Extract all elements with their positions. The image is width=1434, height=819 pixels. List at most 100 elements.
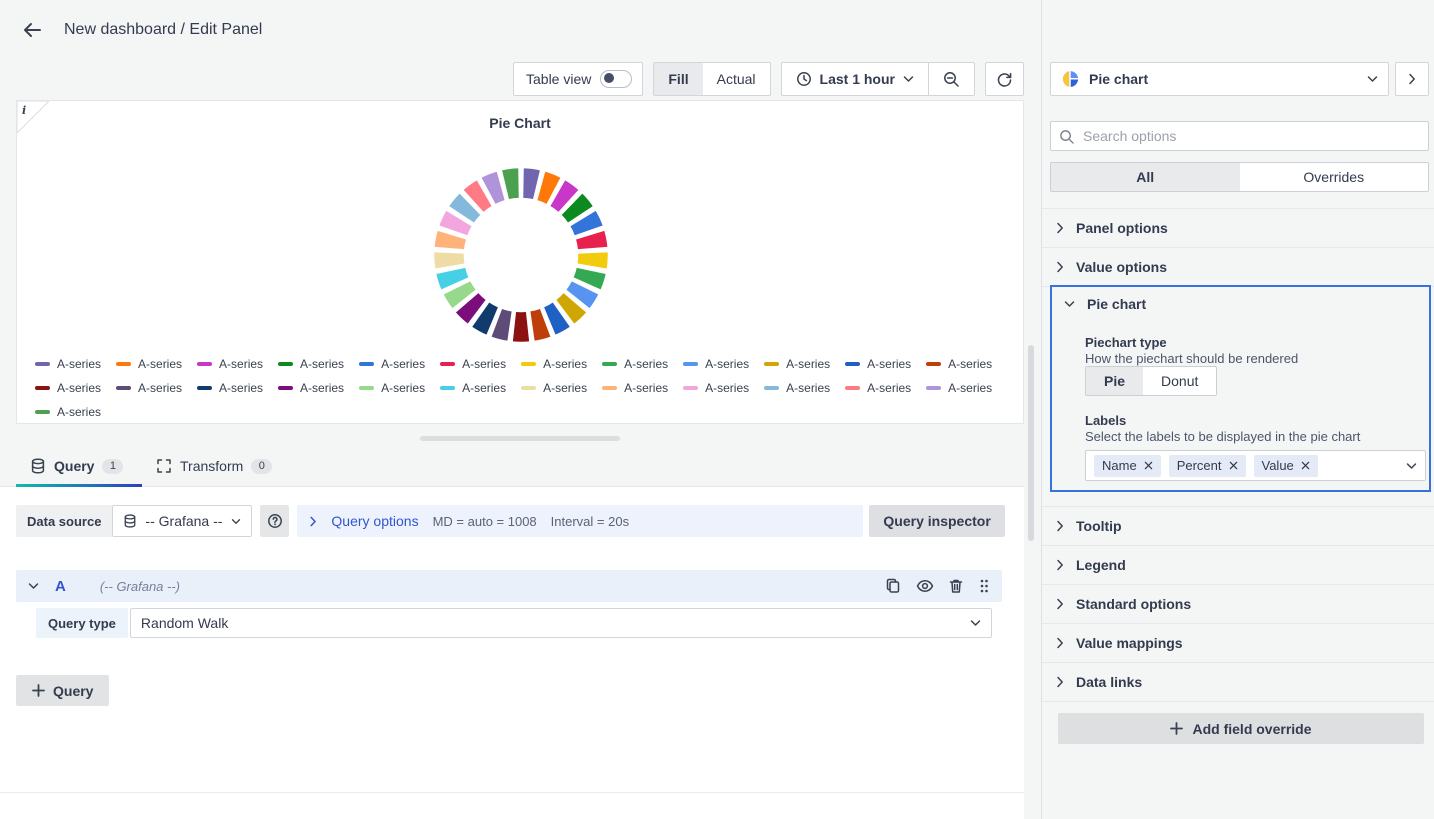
query-inspector-button[interactable]: Query inspector xyxy=(869,505,1004,537)
legend-swatch xyxy=(440,386,455,390)
pie-slice[interactable] xyxy=(512,311,531,343)
duplicate-query-icon[interactable] xyxy=(885,578,901,594)
legend-item[interactable]: A-series xyxy=(116,357,182,371)
zoom-out-button[interactable] xyxy=(929,63,974,95)
legend-item[interactable]: A-series xyxy=(521,357,587,371)
query-count-badge: 1 xyxy=(102,459,123,474)
options-search-input[interactable] xyxy=(1081,127,1420,145)
back-arrow-icon[interactable] xyxy=(18,16,46,44)
legend-item[interactable]: A-series xyxy=(764,381,830,395)
option-section-value-options[interactable]: Value options xyxy=(1042,247,1434,287)
legend-swatch xyxy=(359,386,374,390)
legend-item[interactable]: A-series xyxy=(35,381,101,395)
query-row-actions xyxy=(885,578,990,594)
filter-all-tab[interactable]: All xyxy=(1051,163,1240,191)
legend-series-label: A-series xyxy=(138,357,182,371)
viz-picker-value: Pie chart xyxy=(1089,71,1148,87)
collapse-options-button[interactable] xyxy=(1395,62,1429,96)
chevron-right-icon[interactable] xyxy=(309,516,317,527)
piechart-type-donut[interactable]: Donut xyxy=(1143,367,1216,395)
option-section-standard-options[interactable]: Standard options xyxy=(1042,584,1434,623)
query-type-select[interactable]: Random Walk xyxy=(130,608,992,638)
legend-item[interactable]: A-series xyxy=(197,357,263,371)
legend-item[interactable]: A-series xyxy=(764,357,830,371)
legend-item[interactable]: A-series xyxy=(35,357,101,371)
legend-swatch xyxy=(683,386,698,390)
chevron-right-icon xyxy=(1056,559,1064,571)
legend-series-label: A-series xyxy=(543,381,587,395)
legend-item[interactable]: A-series xyxy=(440,381,506,395)
legend-item[interactable]: A-series xyxy=(845,357,911,371)
option-section-legend[interactable]: Legend xyxy=(1042,545,1434,584)
piechart-type-pie[interactable]: Pie xyxy=(1086,367,1143,395)
filter-overrides-tab[interactable]: Overrides xyxy=(1240,163,1429,191)
remove-chip-icon[interactable] xyxy=(1301,461,1310,470)
option-section-panel-options[interactable]: Panel options xyxy=(1042,208,1434,247)
search-icon xyxy=(1059,129,1074,144)
datasource-help-button[interactable] xyxy=(260,505,289,537)
legend-series-label: A-series xyxy=(867,381,911,395)
pie-chart[interactable] xyxy=(411,145,631,365)
fill-option[interactable]: Fill xyxy=(654,63,702,95)
legend-item[interactable]: A-series xyxy=(440,357,506,371)
tab-transform[interactable]: Transform 0 xyxy=(148,446,280,486)
datasource-picker[interactable]: -- Grafana -- xyxy=(112,505,252,537)
legend-item[interactable]: A-series xyxy=(602,357,668,371)
query-row-header[interactable]: A (-- Grafana --) xyxy=(16,570,1002,602)
legend-item[interactable]: A-series xyxy=(197,381,263,395)
add-query-button[interactable]: Query xyxy=(16,675,109,706)
legend-swatch xyxy=(602,362,617,366)
query-ref-id[interactable]: A xyxy=(55,578,66,595)
section-label: Value mappings xyxy=(1076,635,1183,651)
viz-picker-row: Pie chart xyxy=(1050,62,1429,96)
zoom-out-icon xyxy=(943,71,960,88)
chevron-down-icon xyxy=(903,75,914,83)
legend-swatch xyxy=(764,362,779,366)
option-section-value-mappings[interactable]: Value mappings xyxy=(1042,623,1434,662)
legend-item[interactable]: A-series xyxy=(521,381,587,395)
legend-item[interactable]: A-series xyxy=(602,381,668,395)
query-options-label[interactable]: Query options xyxy=(331,513,418,529)
drag-query-icon[interactable] xyxy=(978,578,990,594)
legend-series-label: A-series xyxy=(381,357,425,371)
legend-series-label: A-series xyxy=(138,381,182,395)
table-view-toggle[interactable] xyxy=(600,70,632,88)
remove-chip-icon[interactable] xyxy=(1144,461,1153,470)
legend-item[interactable]: A-series xyxy=(683,357,749,371)
viz-picker[interactable]: Pie chart xyxy=(1050,62,1389,96)
legend-item[interactable]: A-series xyxy=(116,381,182,395)
time-range-picker[interactable]: Last 1 hour xyxy=(782,63,928,95)
legend-item[interactable]: A-series xyxy=(359,381,425,395)
chip-label: Value xyxy=(1262,458,1294,473)
remove-chip-icon[interactable] xyxy=(1229,461,1238,470)
legend-item[interactable]: A-series xyxy=(278,357,344,371)
delete-query-icon[interactable] xyxy=(949,578,963,594)
collapse-chevron-icon[interactable] xyxy=(28,582,39,590)
legend-swatch xyxy=(845,386,860,390)
legend-item[interactable]: A-series xyxy=(845,381,911,395)
piechart-type-label: Piechart type xyxy=(1085,335,1167,350)
label-chip-value: Value xyxy=(1254,455,1318,477)
add-field-override-label: Add field override xyxy=(1192,721,1311,737)
legend-item[interactable]: A-series xyxy=(35,405,101,419)
legend-item[interactable]: A-series xyxy=(359,357,425,371)
section-label: Tooltip xyxy=(1076,518,1122,534)
plus-icon xyxy=(1170,722,1183,735)
legend-item[interactable]: A-series xyxy=(926,381,992,395)
legend-item[interactable]: A-series xyxy=(683,381,749,395)
legend-item[interactable]: A-series xyxy=(278,381,344,395)
option-section-data-links[interactable]: Data links xyxy=(1042,662,1434,702)
database-icon xyxy=(30,458,46,474)
pie-section-header[interactable]: Pie chart xyxy=(1052,287,1429,321)
option-section-tooltip[interactable]: Tooltip xyxy=(1042,506,1434,545)
labels-multiselect[interactable]: NamePercentValue xyxy=(1085,450,1426,481)
legend-swatch xyxy=(764,386,779,390)
tab-query[interactable]: Query 1 xyxy=(16,446,135,486)
hide-query-icon[interactable] xyxy=(916,579,934,593)
refresh-button[interactable] xyxy=(986,63,1023,95)
add-field-override-button[interactable]: Add field override xyxy=(1058,713,1424,744)
actual-option[interactable]: Actual xyxy=(703,63,770,95)
panel-resize-handle[interactable] xyxy=(420,436,620,441)
legend-item[interactable]: A-series xyxy=(926,357,992,371)
vertical-scrollbar[interactable] xyxy=(1028,345,1034,541)
